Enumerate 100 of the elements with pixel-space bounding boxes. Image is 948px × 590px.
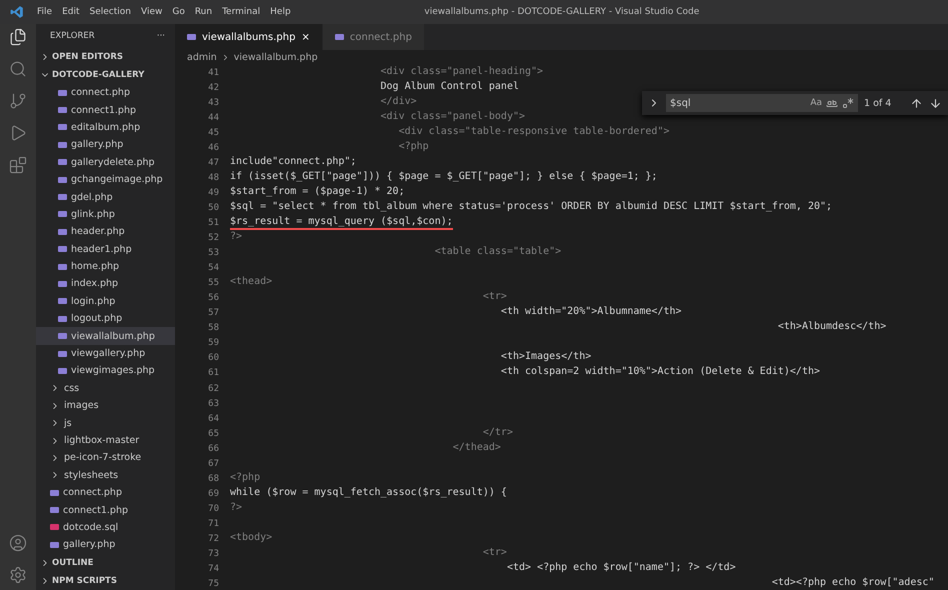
file-name: header.php bbox=[71, 226, 125, 238]
file-name: gdel.php bbox=[71, 192, 113, 203]
find-input[interactable]: $sql Aa bbox=[666, 94, 858, 112]
line-number: 43 bbox=[207, 98, 220, 108]
menu-item[interactable]: Selection bbox=[84, 7, 136, 17]
explorer-row[interactable]: logout.php bbox=[36, 310, 175, 328]
line-number: 49 bbox=[207, 188, 220, 198]
search-icon[interactable] bbox=[9, 60, 27, 78]
line-number: 44 bbox=[207, 112, 220, 123]
line-number: 64 bbox=[207, 414, 220, 424]
match-case-toggle[interactable]: Aa bbox=[810, 98, 822, 108]
explorer-row[interactable]: connect1.php bbox=[36, 501, 175, 519]
code-line: Dog Album Control panel bbox=[380, 80, 519, 94]
account-icon[interactable] bbox=[9, 534, 27, 552]
line-number: 45 bbox=[207, 128, 220, 138]
match-count: 1 of 4 bbox=[864, 98, 892, 108]
more-actions[interactable]: ··· bbox=[156, 31, 165, 41]
line-number: 67 bbox=[207, 458, 220, 469]
files-icon[interactable] bbox=[9, 28, 27, 46]
extensions-icon[interactable] bbox=[9, 156, 27, 174]
explorer-row[interactable]: gallery.php bbox=[36, 536, 175, 554]
folder-row[interactable]: stylesheets bbox=[36, 466, 175, 484]
code-line: <td> <?php echo $row["name"]; ?> </td> bbox=[506, 562, 736, 576]
line-number: 47 bbox=[207, 158, 220, 168]
explorer-row[interactable]: login.php bbox=[36, 292, 175, 310]
section-label: OUTLINE bbox=[52, 558, 94, 568]
regex-icon[interactable] bbox=[842, 97, 854, 109]
editor-tab[interactable]: viewallalbums.php × bbox=[175, 24, 323, 50]
file-name: viewgimages.php bbox=[71, 365, 155, 376]
menu-item[interactable]: Terminal bbox=[217, 7, 266, 17]
section-header[interactable]: OUTLINE bbox=[36, 554, 175, 572]
explorer-row[interactable]: index.php bbox=[36, 275, 175, 293]
file-name: connect1.php bbox=[71, 104, 136, 116]
menu-item[interactable]: File bbox=[32, 7, 58, 17]
file-name: editalbum.php bbox=[71, 122, 140, 133]
breadcrumb-item[interactable]: admin bbox=[187, 52, 217, 63]
tab-label: viewallalbums.php bbox=[202, 32, 296, 42]
code-line: <th colspan=2 width="10%">Action (Delete & Edit)</th> bbox=[500, 366, 820, 380]
branch-icon[interactable] bbox=[9, 92, 27, 110]
explorer-row[interactable]: gallery.php bbox=[36, 136, 175, 154]
code-line: $rs_result = mysql_query ($sql,$con); bbox=[230, 216, 453, 230]
explorer-row[interactable]: gdel.php bbox=[36, 188, 175, 206]
menu-item[interactable]: Edit bbox=[57, 7, 84, 17]
code-line: ?> bbox=[230, 502, 242, 515]
code-line: </tr> bbox=[482, 426, 513, 440]
explorer-row[interactable]: gchangeimage.php bbox=[36, 170, 175, 188]
editor-tab[interactable]: connect.php bbox=[322, 24, 425, 50]
arrow-up-icon[interactable] bbox=[910, 96, 923, 110]
line-number: 61 bbox=[207, 368, 220, 378]
file-name: gchangeimage.php bbox=[71, 174, 163, 186]
line-number: 60 bbox=[207, 353, 220, 364]
explorer-row[interactable]: gallerydelete.php bbox=[36, 154, 175, 171]
panel-title: EXPLORER bbox=[50, 31, 95, 41]
code-line: <div class="table-responsive table-bordered"> bbox=[398, 126, 670, 139]
menu-item[interactable]: Help bbox=[265, 7, 296, 17]
explorer-row[interactable]: editalbum.php bbox=[36, 118, 175, 136]
settings-icon[interactable] bbox=[9, 566, 27, 584]
explorer-row[interactable]: viewallalbum.php bbox=[36, 327, 175, 345]
section-header[interactable]: DOTCODE-GALLERY bbox=[36, 66, 175, 84]
line-number: 41 bbox=[207, 68, 220, 78]
explorer-row[interactable]: connect1.php bbox=[36, 101, 175, 119]
explorer-row[interactable]: header1.php bbox=[36, 240, 175, 258]
file-name: connect.php bbox=[71, 87, 130, 98]
code-line: <?php bbox=[398, 140, 429, 154]
explorer-row[interactable]: header.php bbox=[36, 223, 175, 241]
file-name: logout.php bbox=[71, 313, 122, 324]
code-line: <tr> bbox=[482, 291, 507, 304]
section-label: NPM SCRIPTS bbox=[52, 576, 117, 586]
explorer-row[interactable]: glink.php bbox=[36, 206, 175, 224]
folder-row[interactable]: images bbox=[36, 397, 175, 414]
line-number: 58 bbox=[207, 323, 220, 334]
code-line: $sql = "select * from tbl_album where status='process' ORDER BY albumid DESC LIMIT $start_from, 20"; bbox=[230, 200, 832, 214]
explorer-row[interactable]: viewgimages.php bbox=[36, 362, 175, 380]
menu-item[interactable]: Go bbox=[167, 7, 190, 17]
menu-item[interactable]: Run bbox=[190, 7, 218, 17]
section-header[interactable]: OPEN EDITORS bbox=[36, 48, 175, 66]
explorer-row[interactable]: home.php bbox=[36, 258, 175, 276]
arrow-down-icon[interactable] bbox=[929, 96, 942, 110]
play-icon[interactable] bbox=[9, 124, 27, 142]
line-number: 71 bbox=[207, 518, 220, 529]
menu-item[interactable]: View bbox=[136, 7, 168, 17]
tab-label: connect.php bbox=[350, 32, 412, 42]
file-name: viewgallery.php bbox=[71, 348, 146, 360]
whole-word-icon[interactable] bbox=[826, 97, 838, 109]
line-number: 70 bbox=[207, 504, 220, 514]
explorer-row[interactable]: connect.php bbox=[36, 84, 175, 102]
explorer-row[interactable]: dotcode.sql bbox=[36, 518, 175, 536]
explorer-row[interactable]: connect.php bbox=[36, 484, 175, 502]
section-header[interactable]: NPM SCRIPTS bbox=[36, 572, 175, 590]
folder-row[interactable]: lightbox-master bbox=[36, 432, 175, 450]
explorer-row[interactable]: viewgallery.php bbox=[36, 344, 175, 362]
folder-row[interactable]: js bbox=[36, 414, 175, 432]
close-icon[interactable]: × bbox=[301, 32, 310, 42]
folder-row[interactable]: css bbox=[36, 380, 175, 398]
breadcrumb-item[interactable]: viewallalbum.php bbox=[234, 52, 318, 63]
section-label: DOTCODE-GALLERY bbox=[52, 70, 144, 80]
file-icon bbox=[187, 34, 196, 40]
code-line: <table class="table"> bbox=[434, 246, 562, 260]
line-number: 66 bbox=[207, 444, 220, 454]
folder-row[interactable]: pe-icon-7-stroke bbox=[36, 449, 175, 467]
